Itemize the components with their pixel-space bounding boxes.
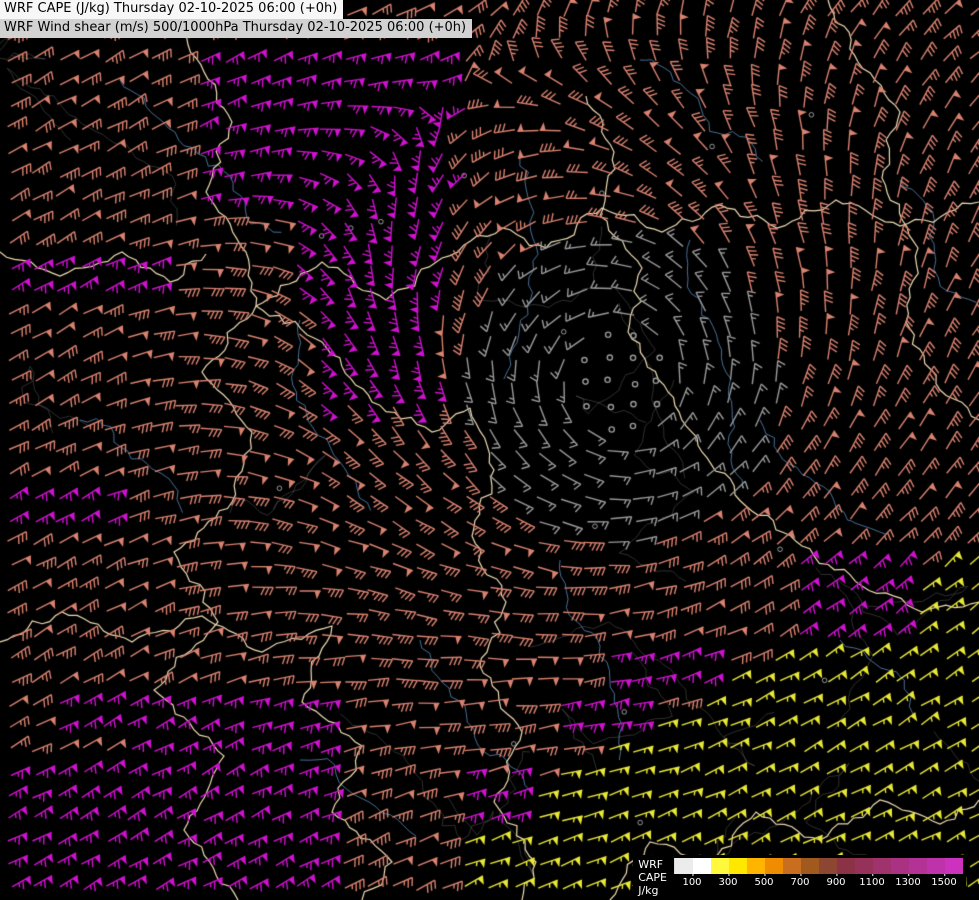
legend-tick-label: 300 — [718, 877, 737, 888]
legend-swatch — [855, 858, 873, 874]
wind-barb-map-canvas — [0, 0, 979, 900]
legend-swatch — [675, 858, 693, 874]
legend-swatch — [711, 858, 729, 874]
legend-swatch — [693, 858, 711, 874]
legend-swatch — [783, 858, 801, 874]
legend-tick-label: 1100 — [859, 877, 884, 888]
legend-tick-label: 700 — [790, 877, 809, 888]
legend-tick-label: 900 — [826, 877, 845, 888]
legend-tick-label: 1500 — [931, 877, 956, 888]
cape-color-legend: WRF CAPE J/kg 100 300 500 700 900 1100 1300 150… — [633, 855, 966, 898]
map-header: WRF CAPE (J/kg) Thursday 02-10-2025 06:0… — [0, 0, 472, 38]
legend-swatch — [765, 858, 783, 874]
legend-tick-label: 500 — [754, 877, 773, 888]
legend-tick-label: 1300 — [895, 877, 920, 888]
legend-swatch-row — [674, 858, 963, 874]
cape-title-bar: WRF CAPE (J/kg) Thursday 02-10-2025 06:0… — [0, 0, 343, 19]
legend-title-line: J/kg — [638, 884, 667, 897]
legend-swatch — [801, 858, 819, 874]
wind-shear-title-bar: WRF Wind shear (m/s) 500/1000hPa Thursda… — [0, 19, 472, 38]
legend-swatch — [927, 858, 945, 874]
legend-swatch — [837, 858, 855, 874]
legend-title-line: CAPE — [638, 871, 667, 884]
legend-swatch — [945, 858, 963, 874]
legend-title: WRF CAPE J/kg — [638, 858, 667, 897]
legend-swatch — [873, 858, 891, 874]
legend-tick-label: 100 — [682, 877, 701, 888]
legend-color-scale: 100 300 500 700 900 1100 1300 1500 — [674, 858, 963, 889]
legend-swatch — [909, 858, 927, 874]
legend-swatch — [747, 858, 765, 874]
legend-swatch — [729, 858, 747, 874]
legend-swatch — [891, 858, 909, 874]
legend-tick-row: 100 300 500 700 900 1100 1300 1500 — [674, 874, 962, 889]
legend-swatch — [819, 858, 837, 874]
weather-map-screen: WRF CAPE (J/kg) Thursday 02-10-2025 06:0… — [0, 0, 979, 900]
legend-title-line: WRF — [638, 858, 667, 871]
